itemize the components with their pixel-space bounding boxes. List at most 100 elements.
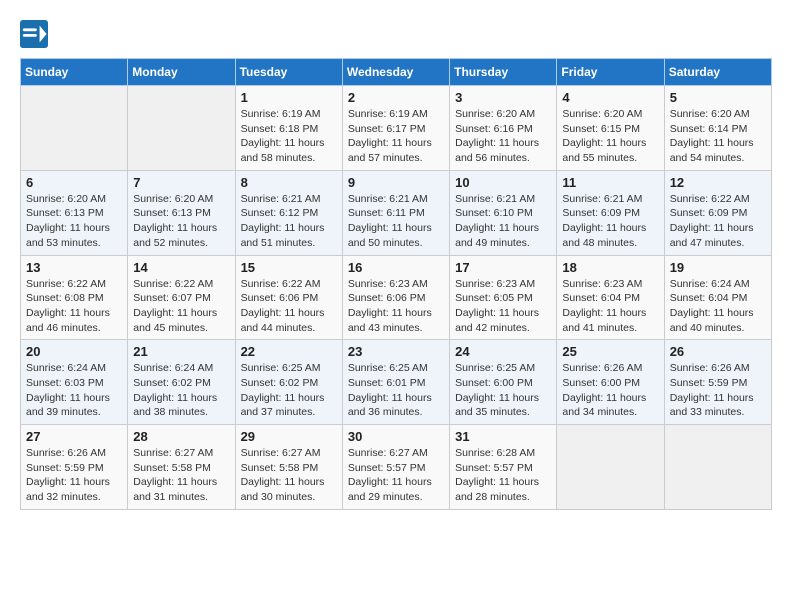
weekday-header: Monday: [128, 59, 235, 86]
day-number: 11: [562, 175, 658, 190]
weekday-header: Wednesday: [342, 59, 449, 86]
day-number: 9: [348, 175, 444, 190]
day-info: Sunrise: 6:24 AM Sunset: 6:02 PM Dayligh…: [133, 361, 229, 420]
day-info: Sunrise: 6:25 AM Sunset: 6:02 PM Dayligh…: [241, 361, 337, 420]
day-info: Sunrise: 6:23 AM Sunset: 6:04 PM Dayligh…: [562, 277, 658, 336]
day-number: 26: [670, 344, 766, 359]
day-info: Sunrise: 6:19 AM Sunset: 6:17 PM Dayligh…: [348, 107, 444, 166]
calendar-week-row: 6 Sunrise: 6:20 AM Sunset: 6:13 PM Daylig…: [21, 170, 772, 255]
day-info: Sunrise: 6:21 AM Sunset: 6:11 PM Dayligh…: [348, 192, 444, 251]
day-number: 10: [455, 175, 551, 190]
day-number: 5: [670, 90, 766, 105]
calendar-cell: 29Sunrise: 6:27 AM Sunset: 5:58 PM Dayli…: [235, 425, 342, 510]
calendar-cell: 26 Sunrise: 6:26 AM Sunset: 5:59 PM Dayli…: [664, 340, 771, 425]
calendar-week-row: 13Sunrise: 6:22 AM Sunset: 6:08 PM Dayli…: [21, 255, 772, 340]
calendar-cell: 10 Sunrise: 6:21 AM Sunset: 6:10 PM Dayli…: [450, 170, 557, 255]
day-info: Sunrise: 6:22 AM Sunset: 6:07 PM Dayligh…: [133, 277, 229, 336]
day-info: Sunrise: 6:19 AM Sunset: 6:18 PM Dayligh…: [241, 107, 337, 166]
calendar-cell: 3 Sunrise: 6:20 AM Sunset: 6:16 PM Daylig…: [450, 86, 557, 171]
calendar-cell: 31Sunrise: 6:28 AM Sunset: 5:57 PM Dayli…: [450, 425, 557, 510]
logo-icon: [20, 20, 48, 48]
day-info: Sunrise: 6:26 AM Sunset: 6:00 PM Dayligh…: [562, 361, 658, 420]
day-number: 12: [670, 175, 766, 190]
page-header: [20, 20, 772, 48]
calendar-cell: 12 Sunrise: 6:22 AM Sunset: 6:09 PM Dayli…: [664, 170, 771, 255]
day-info: Sunrise: 6:22 AM Sunset: 6:06 PM Dayligh…: [241, 277, 337, 336]
logo: [20, 20, 50, 48]
calendar-cell: 11 Sunrise: 6:21 AM Sunset: 6:09 PM Dayli…: [557, 170, 664, 255]
day-info: Sunrise: 6:26 AM Sunset: 5:59 PM Dayligh…: [26, 446, 122, 505]
calendar-cell: 14 Sunrise: 6:22 AM Sunset: 6:07 PM Dayli…: [128, 255, 235, 340]
calendar-cell: 5 Sunrise: 6:20 AM Sunset: 6:14 PM Daylig…: [664, 86, 771, 171]
calendar-cell: 21 Sunrise: 6:24 AM Sunset: 6:02 PM Dayli…: [128, 340, 235, 425]
calendar-cell: 27 Sunrise: 6:26 AM Sunset: 5:59 PM Dayli…: [21, 425, 128, 510]
day-number: 31: [455, 429, 551, 444]
weekday-header: Saturday: [664, 59, 771, 86]
day-number: 14: [133, 260, 229, 275]
day-number: 19: [670, 260, 766, 275]
calendar-table: SundayMondayTuesdayWednesdayThursdayFrid…: [20, 58, 772, 510]
calendar-cell: [664, 425, 771, 510]
day-number: 2: [348, 90, 444, 105]
calendar-cell: 25 Sunrise: 6:26 AM Sunset: 6:00 PM Dayli…: [557, 340, 664, 425]
calendar-cell: [21, 86, 128, 171]
weekday-header: Thursday: [450, 59, 557, 86]
weekday-header: Sunday: [21, 59, 128, 86]
day-number: 30: [348, 429, 444, 444]
calendar-cell: [557, 425, 664, 510]
calendar-cell: 6 Sunrise: 6:20 AM Sunset: 6:13 PM Daylig…: [21, 170, 128, 255]
calendar-cell: 16 Sunrise: 6:23 AM Sunset: 6:06 PM Dayli…: [342, 255, 449, 340]
calendar-header-row: SundayMondayTuesdayWednesdayThursdayFrid…: [21, 59, 772, 86]
day-number: 21: [133, 344, 229, 359]
day-number: 15: [241, 260, 337, 275]
calendar-cell: 24Sunrise: 6:25 AM Sunset: 6:00 PM Dayli…: [450, 340, 557, 425]
day-info: Sunrise: 6:22 AM Sunset: 6:09 PM Dayligh…: [670, 192, 766, 251]
day-number: 28: [133, 429, 229, 444]
day-info: Sunrise: 6:21 AM Sunset: 6:10 PM Dayligh…: [455, 192, 551, 251]
calendar-week-row: 20 Sunrise: 6:24 AM Sunset: 6:03 PM Dayli…: [21, 340, 772, 425]
calendar-cell: 17 Sunrise: 6:23 AM Sunset: 6:05 PM Dayli…: [450, 255, 557, 340]
day-number: 16: [348, 260, 444, 275]
day-info: Sunrise: 6:20 AM Sunset: 6:16 PM Dayligh…: [455, 107, 551, 166]
calendar-cell: 22Sunrise: 6:25 AM Sunset: 6:02 PM Dayli…: [235, 340, 342, 425]
calendar-cell: 30 Sunrise: 6:27 AM Sunset: 5:57 PM Dayli…: [342, 425, 449, 510]
day-number: 27: [26, 429, 122, 444]
calendar-cell: 1 Sunrise: 6:19 AM Sunset: 6:18 PM Daylig…: [235, 86, 342, 171]
day-info: Sunrise: 6:23 AM Sunset: 6:05 PM Dayligh…: [455, 277, 551, 336]
calendar-cell: 23Sunrise: 6:25 AM Sunset: 6:01 PM Dayli…: [342, 340, 449, 425]
day-info: Sunrise: 6:25 AM Sunset: 6:01 PM Dayligh…: [348, 361, 444, 420]
day-number: 13: [26, 260, 122, 275]
day-number: 18: [562, 260, 658, 275]
calendar-cell: [128, 86, 235, 171]
calendar-cell: 9 Sunrise: 6:21 AM Sunset: 6:11 PM Daylig…: [342, 170, 449, 255]
day-number: 8: [241, 175, 337, 190]
day-info: Sunrise: 6:24 AM Sunset: 6:04 PM Dayligh…: [670, 277, 766, 336]
day-number: 29: [241, 429, 337, 444]
day-number: 4: [562, 90, 658, 105]
weekday-header: Friday: [557, 59, 664, 86]
day-info: Sunrise: 6:26 AM Sunset: 5:59 PM Dayligh…: [670, 361, 766, 420]
calendar-cell: 7Sunrise: 6:20 AM Sunset: 6:13 PM Daylig…: [128, 170, 235, 255]
calendar-cell: 8Sunrise: 6:21 AM Sunset: 6:12 PM Daylig…: [235, 170, 342, 255]
calendar-week-row: 1 Sunrise: 6:19 AM Sunset: 6:18 PM Daylig…: [21, 86, 772, 171]
day-info: Sunrise: 6:20 AM Sunset: 6:15 PM Dayligh…: [562, 107, 658, 166]
calendar-cell: 2 Sunrise: 6:19 AM Sunset: 6:17 PM Daylig…: [342, 86, 449, 171]
day-number: 3: [455, 90, 551, 105]
calendar-cell: 13Sunrise: 6:22 AM Sunset: 6:08 PM Dayli…: [21, 255, 128, 340]
calendar-cell: 4 Sunrise: 6:20 AM Sunset: 6:15 PM Daylig…: [557, 86, 664, 171]
calendar-week-row: 27 Sunrise: 6:26 AM Sunset: 5:59 PM Dayli…: [21, 425, 772, 510]
day-info: Sunrise: 6:27 AM Sunset: 5:57 PM Dayligh…: [348, 446, 444, 505]
day-number: 1: [241, 90, 337, 105]
day-info: Sunrise: 6:20 AM Sunset: 6:13 PM Dayligh…: [26, 192, 122, 251]
day-info: Sunrise: 6:20 AM Sunset: 6:14 PM Dayligh…: [670, 107, 766, 166]
day-info: Sunrise: 6:24 AM Sunset: 6:03 PM Dayligh…: [26, 361, 122, 420]
day-number: 20: [26, 344, 122, 359]
day-info: Sunrise: 6:21 AM Sunset: 6:09 PM Dayligh…: [562, 192, 658, 251]
day-info: Sunrise: 6:23 AM Sunset: 6:06 PM Dayligh…: [348, 277, 444, 336]
calendar-cell: 28Sunrise: 6:27 AM Sunset: 5:58 PM Dayli…: [128, 425, 235, 510]
day-number: 6: [26, 175, 122, 190]
day-number: 25: [562, 344, 658, 359]
calendar-cell: 20 Sunrise: 6:24 AM Sunset: 6:03 PM Dayli…: [21, 340, 128, 425]
weekday-header: Tuesday: [235, 59, 342, 86]
day-number: 17: [455, 260, 551, 275]
